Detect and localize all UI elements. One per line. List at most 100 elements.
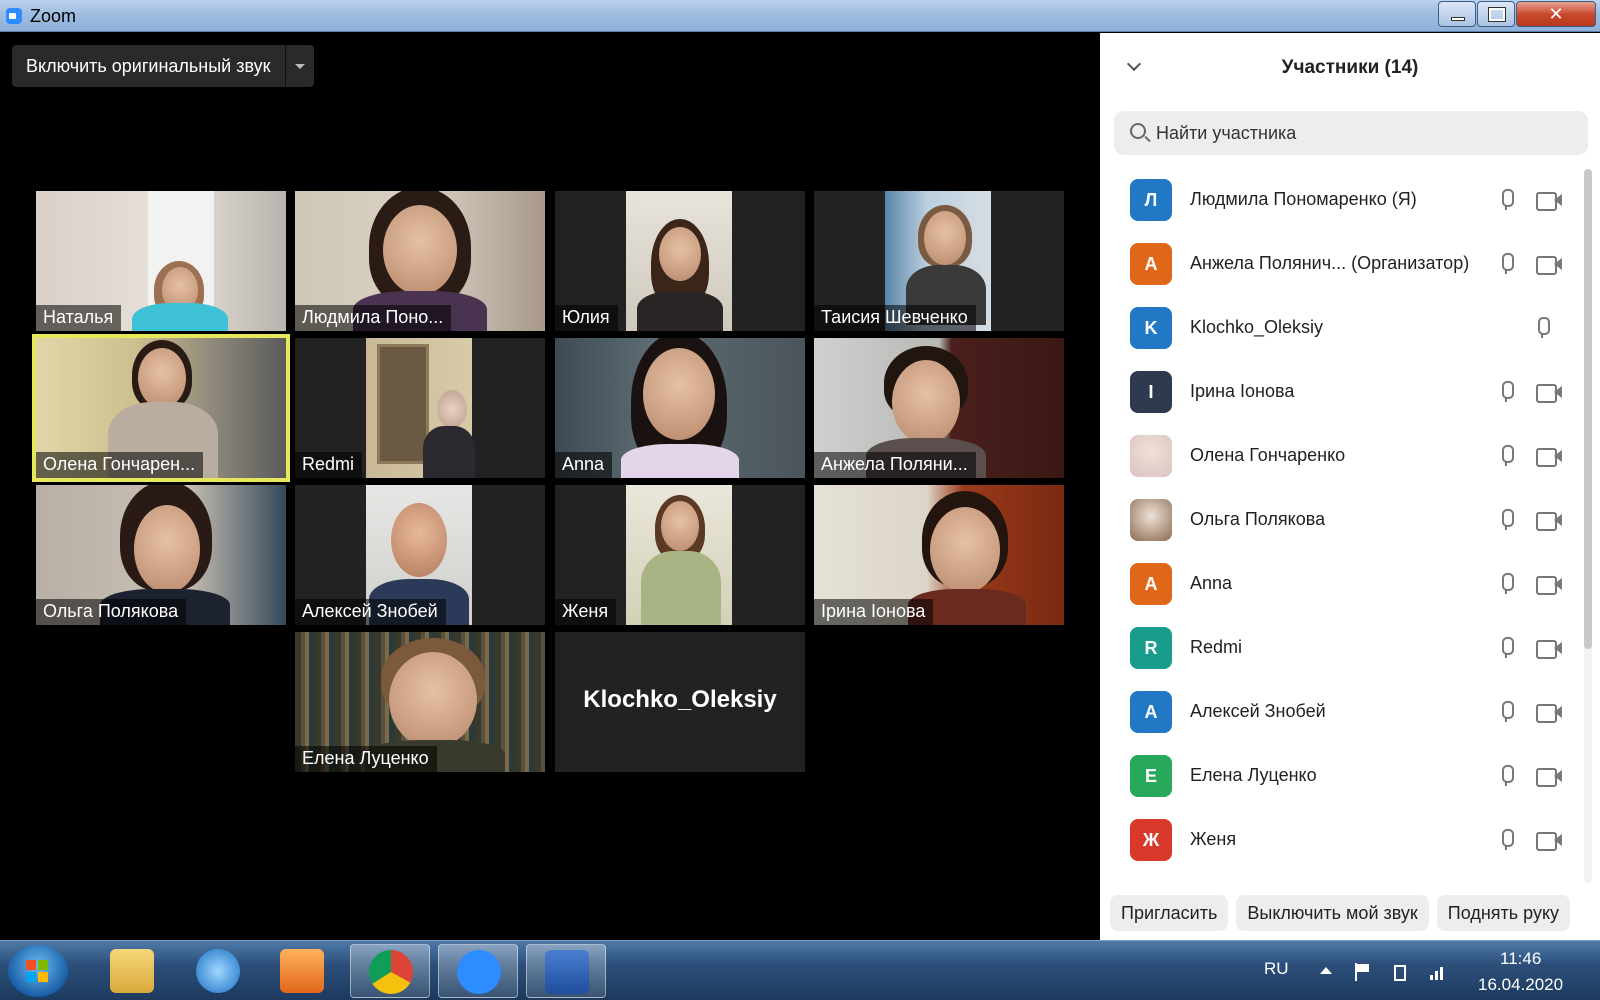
original-sound-button[interactable]: Включить оригинальный звук: [12, 45, 286, 87]
taskbar-word[interactable]: [526, 944, 606, 998]
tile-name-label: Юлия: [555, 305, 618, 331]
microphone-icon[interactable]: [1500, 765, 1514, 787]
raise-hand-button[interactable]: Поднять руку: [1436, 895, 1571, 931]
video-tile[interactable]: Таисия Шевченко: [814, 191, 1064, 331]
video-tile[interactable]: Ірина Іонова: [814, 485, 1064, 625]
video-camera-icon[interactable]: [1536, 575, 1562, 595]
maximize-button[interactable]: [1477, 1, 1515, 27]
participant-name: Anna: [1190, 573, 1233, 593]
video-feed: [659, 227, 701, 281]
taskbar-media-player[interactable]: [262, 944, 342, 998]
video-tile[interactable]: Redmi: [295, 338, 545, 478]
show-hidden-icons-icon[interactable]: [1316, 963, 1336, 981]
microphone-icon[interactable]: [1500, 637, 1514, 659]
power-battery-icon[interactable]: [1390, 963, 1410, 981]
tile-participant-name: Klochko_Oleksiy: [583, 686, 777, 713]
mute-me-button[interactable]: Выключить мой звук: [1236, 895, 1429, 931]
participant-row[interactable]: А Анжела Полянич... (Организатор): [1100, 233, 1580, 297]
video-feed: [377, 344, 429, 464]
participant-row[interactable]: Л Людмила Пономаренко (Я): [1100, 169, 1580, 233]
microphone-icon[interactable]: [1500, 189, 1514, 211]
microphone-icon[interactable]: [1500, 573, 1514, 595]
participant-avatar: [1130, 435, 1172, 477]
video-camera-icon[interactable]: [1536, 767, 1562, 787]
participant-avatar: R: [1130, 627, 1172, 669]
video-camera-icon[interactable]: [1536, 447, 1562, 467]
language-indicator[interactable]: RU: [1264, 959, 1289, 979]
participant-avatar: A: [1130, 563, 1172, 605]
start-button[interactable]: [8, 945, 68, 997]
video-feed: [437, 390, 467, 428]
video-camera-icon[interactable]: [1536, 703, 1562, 723]
microphone-icon[interactable]: [1500, 509, 1514, 531]
video-tile-no-video[interactable]: Klochko_Oleksiy: [555, 632, 805, 772]
microphone-icon[interactable]: [1500, 445, 1514, 467]
microphone-icon[interactable]: [1500, 701, 1514, 723]
tile-name-label: Олена Гончарен...: [36, 452, 204, 478]
internet-explorer-icon: [196, 949, 240, 993]
video-camera-icon[interactable]: [1536, 383, 1562, 403]
participant-row[interactable]: Ольга Полякова: [1100, 489, 1580, 553]
participant-avatar: А: [1130, 691, 1172, 733]
participant-row[interactable]: K Klochko_Oleksiy: [1100, 297, 1580, 361]
video-tile[interactable]: Алексей Знобей: [295, 485, 545, 625]
tile-name-label: Анжела Поляни...: [814, 452, 976, 478]
tile-name-label: Елена Луценко: [295, 746, 437, 772]
participant-row[interactable]: А Алексей Знобей: [1100, 681, 1580, 745]
zoom-app-icon: [6, 8, 22, 24]
clock-date[interactable]: 16.04.2020: [1478, 975, 1563, 995]
scrollbar-thumb[interactable]: [1584, 169, 1592, 649]
participant-list: Л Людмила Пономаренко (Я) А Анжела Полянич.…: [1100, 169, 1580, 883]
video-camera-icon[interactable]: [1536, 639, 1562, 659]
video-tile[interactable]: Ольга Полякова: [36, 485, 286, 625]
participant-row[interactable]: A Anna: [1100, 553, 1580, 617]
microphone-icon[interactable]: [1500, 381, 1514, 403]
video-tile[interactable]: Anna: [555, 338, 805, 478]
microphone-icon[interactable]: [1536, 317, 1550, 339]
media-player-icon: [280, 949, 324, 993]
video-camera-icon[interactable]: [1536, 255, 1562, 275]
video-tile[interactable]: Наталья: [36, 191, 286, 331]
video-feed: [892, 360, 960, 444]
video-tile[interactable]: Женя: [555, 485, 805, 625]
video-camera-icon[interactable]: [1536, 511, 1562, 531]
participant-search: [1114, 111, 1588, 155]
participant-row[interactable]: R Redmi: [1100, 617, 1580, 681]
minimize-icon: [1451, 17, 1465, 21]
participant-avatar: І: [1130, 371, 1172, 413]
participant-row[interactable]: І Ірина Іонова: [1100, 361, 1580, 425]
close-icon: ✕: [1548, 4, 1564, 24]
video-tile-active-speaker[interactable]: Олена Гончарен...: [32, 334, 290, 482]
taskbar-zoom[interactable]: [438, 944, 518, 998]
taskbar-internet-explorer[interactable]: [178, 944, 258, 998]
video-tile[interactable]: Юлия: [555, 191, 805, 331]
microphone-icon[interactable]: [1500, 829, 1514, 851]
close-button[interactable]: ✕: [1516, 1, 1596, 27]
participant-row[interactable]: Олена Гончаренко: [1100, 425, 1580, 489]
participant-avatar: [1130, 499, 1172, 541]
microphone-icon[interactable]: [1500, 253, 1514, 275]
participant-avatar: Е: [1130, 755, 1172, 797]
taskbar-explorer[interactable]: [92, 944, 172, 998]
participant-search-input[interactable]: [1156, 111, 1576, 155]
video-camera-icon[interactable]: [1536, 831, 1562, 851]
participant-row[interactable]: Ж Женя: [1100, 809, 1580, 873]
window-titlebar[interactable]: Zoom ✕: [0, 0, 1600, 32]
clock-time[interactable]: 11:46: [1500, 949, 1541, 969]
video-tile[interactable]: Анжела Поляни...: [814, 338, 1064, 478]
invite-button[interactable]: Пригласить: [1110, 895, 1229, 931]
video-tile[interactable]: Елена Луценко: [295, 632, 545, 772]
video-tile[interactable]: Людмила Поно...: [295, 191, 545, 331]
network-signal-icon[interactable]: [1428, 963, 1448, 981]
original-sound-dropdown-arrow[interactable]: [286, 45, 314, 87]
participant-row[interactable]: Е Елена Луценко: [1100, 745, 1580, 809]
participant-list-scrollbar[interactable]: [1584, 169, 1592, 883]
taskbar-chrome[interactable]: [350, 944, 430, 998]
minimize-button[interactable]: [1438, 1, 1476, 27]
original-sound-control: Включить оригинальный звук: [12, 45, 314, 87]
video-camera-icon[interactable]: [1536, 191, 1562, 211]
action-center-flag-icon[interactable]: [1352, 963, 1372, 981]
participant-avatar: А: [1130, 243, 1172, 285]
search-icon: [1130, 123, 1146, 139]
tile-name-label: Женя: [555, 599, 617, 625]
